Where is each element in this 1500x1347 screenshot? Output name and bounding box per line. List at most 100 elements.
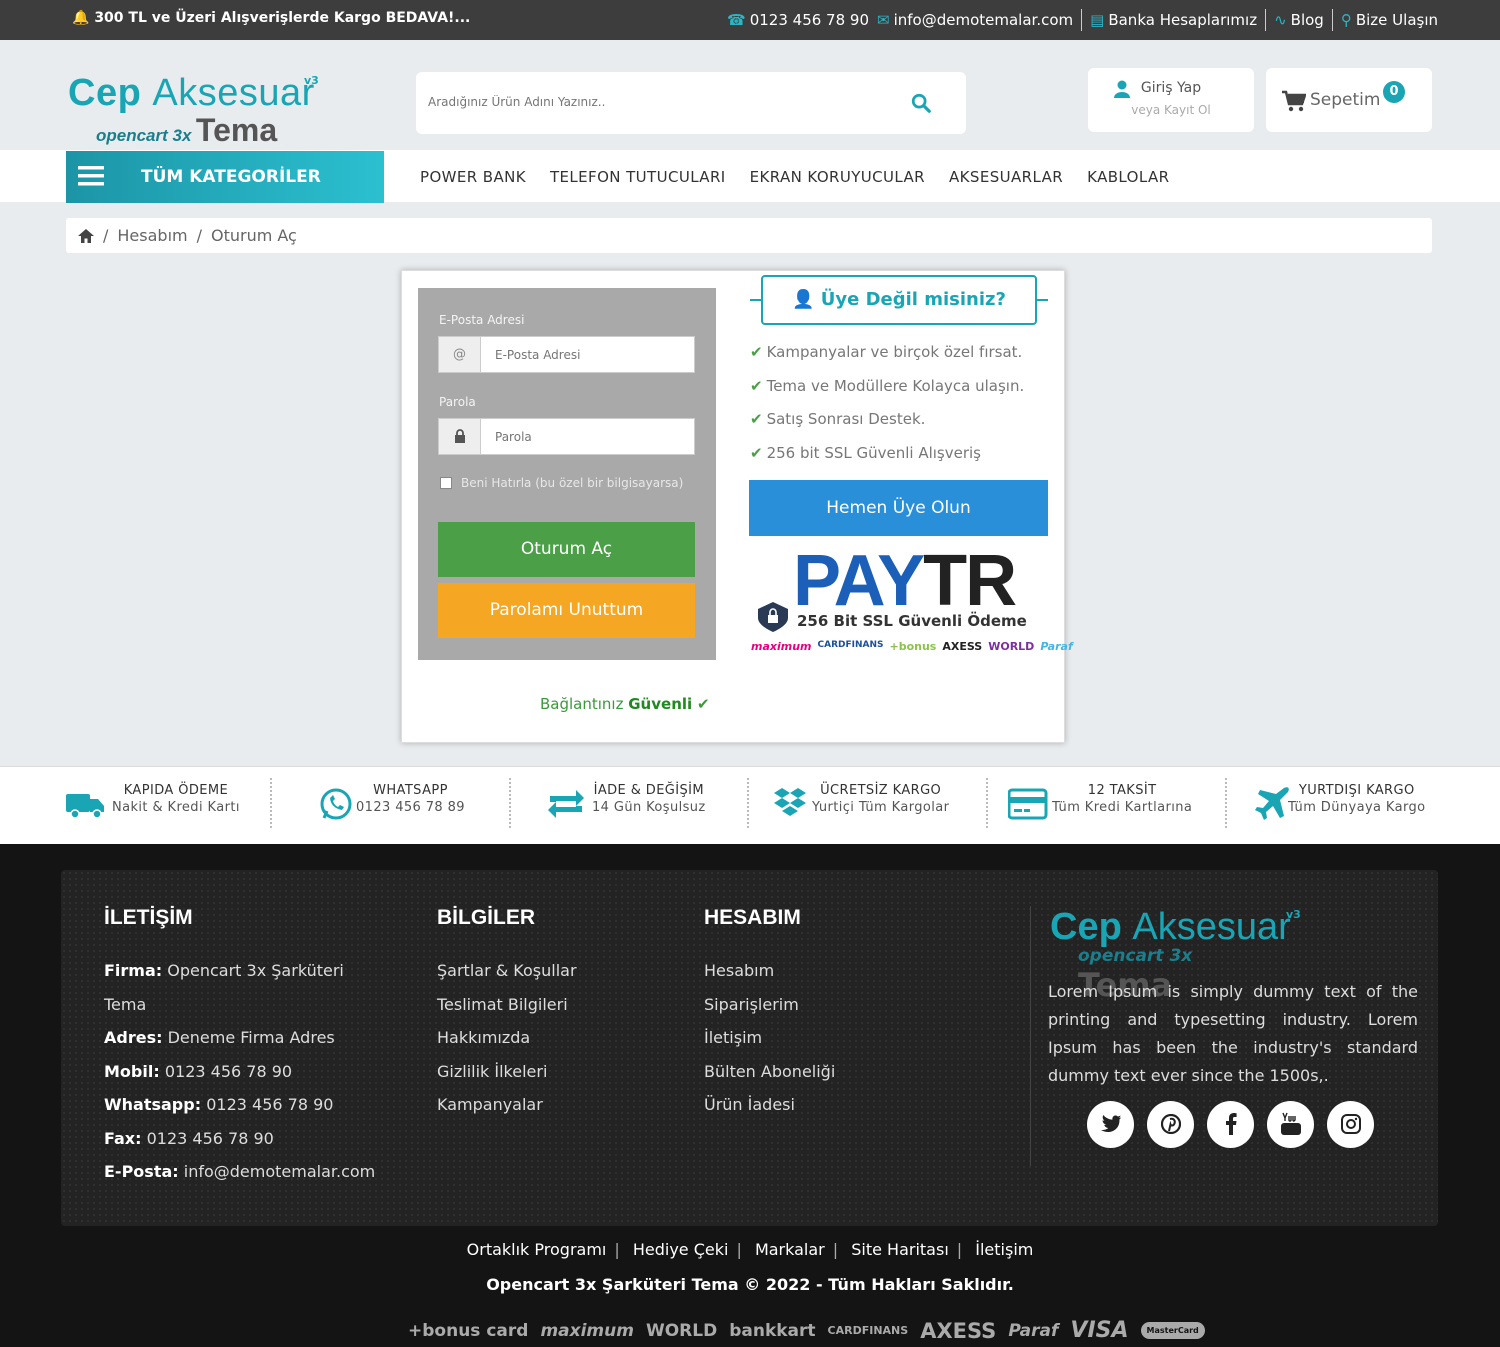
- breadcrumb-login[interactable]: Oturum Aç: [211, 226, 297, 245]
- home-icon[interactable]: [78, 228, 94, 243]
- all-categories-button[interactable]: TÜM KATEGORİLER: [66, 151, 384, 203]
- footer-link[interactable]: Şartlar & Koşullar: [437, 954, 577, 988]
- footer-link[interactable]: Ürün İadesi: [704, 1088, 835, 1122]
- feature-title: WHATSAPP: [373, 783, 448, 798]
- gift-voucher-link[interactable]: Hediye Çeki: [633, 1240, 729, 1259]
- rss-icon: ∿: [1274, 11, 1287, 29]
- search-bar: [416, 72, 966, 134]
- remember-checkbox[interactable]: [440, 477, 452, 489]
- search-input[interactable]: [428, 90, 898, 114]
- phone-icon: ☎: [727, 11, 746, 29]
- youtube-icon[interactable]: [1267, 1101, 1314, 1148]
- footer-link[interactable]: Kampanyalar: [437, 1088, 577, 1122]
- feature-text: WHATSAPP 0123 456 78 89: [356, 782, 465, 816]
- instagram-icon[interactable]: [1327, 1101, 1374, 1148]
- login-register-box[interactable]: Giriş Yap veya Kayıt Ol: [1088, 68, 1254, 132]
- paraf-logo: Paraf: [1008, 1320, 1059, 1341]
- register-link[interactable]: veya Kayıt Ol: [1088, 103, 1254, 117]
- footer-contact: İLETİŞİM Firma: Opencart 3x Şarküteri Te…: [104, 906, 375, 1189]
- facebook-icon[interactable]: [1207, 1101, 1254, 1148]
- promo-label: 300 TL ve Üzeri Alışverişlerde Kargo BED…: [94, 10, 471, 26]
- cart-label: Sepetim: [1310, 90, 1381, 110]
- promo-text: 🔔 300 TL ve Üzeri Alışverişlerde Kargo B…: [72, 10, 470, 26]
- feature-divider: [747, 778, 749, 828]
- all-categories-label: TÜM KATEGORİLER: [141, 167, 321, 187]
- feature-subtitle: Tüm Kredi Kartlarına: [1052, 800, 1193, 815]
- logo-version: v3: [304, 74, 319, 87]
- contact-value[interactable]: info@demotemalar.com: [184, 1162, 376, 1181]
- nav-item-phone-holders[interactable]: TELEFON TUTUCULARI: [550, 168, 726, 186]
- password-field[interactable]: [495, 428, 685, 446]
- benefit-label: Tema ve Modüllere Kolayca ulaşın.: [766, 376, 1025, 395]
- logo-word1: Cep: [68, 72, 142, 114]
- secure-strong: Güvenli: [628, 695, 693, 713]
- bankkart-logo: bankkart: [729, 1320, 816, 1341]
- footer-link[interactable]: Hakkımızda: [437, 1021, 577, 1055]
- contact-link[interactable]: ⚲ Bize Ulaşın: [1341, 11, 1438, 29]
- sitemap-link[interactable]: Site Haritası: [851, 1240, 949, 1259]
- footer-bottom-links: Ortaklık Programı | Hediye Çeki | Markalar…: [0, 1240, 1500, 1259]
- contact-label: Adres:: [104, 1028, 163, 1047]
- nav-item-power-bank[interactable]: POWER BANK: [420, 168, 526, 186]
- contact-row: Whatsapp: 0123 456 78 90: [104, 1088, 375, 1122]
- nav-item-screen-protectors[interactable]: EKRAN KORUYUCULAR: [750, 168, 925, 186]
- maximum-logo: maximum: [751, 640, 812, 653]
- email-link[interactable]: ✉ info@demotemalar.com: [877, 11, 1073, 29]
- footer-link[interactable]: Gizlilik İlkeleri: [437, 1055, 577, 1089]
- divider: [1081, 9, 1083, 31]
- contact-value: Deneme Firma Adres: [167, 1028, 335, 1047]
- pinterest-icon[interactable]: [1147, 1101, 1194, 1148]
- contact-value: 0123 456 78 90: [146, 1128, 274, 1148]
- benefit-item: ✔ Tema ve Modüllere Kolayca ulaşın.: [750, 377, 1024, 411]
- remember-label: Beni Hatırla (bu özel bir bilgisayarsa): [461, 476, 684, 490]
- breadcrumb: / Hesabım / Oturum Aç: [66, 218, 1432, 253]
- nav-item-cables[interactable]: KABLOLAR: [1087, 168, 1169, 186]
- social-links: [1087, 1101, 1374, 1148]
- contact-label: Fax:: [104, 1128, 142, 1148]
- footer-contact-title: İLETİŞİM: [104, 906, 193, 929]
- divider: [1331, 9, 1333, 31]
- benefits-list: ✔ Kampanyalar ve birçok özel fırsat. ✔ Tem…: [750, 343, 1024, 477]
- blog-label: Blog: [1290, 11, 1324, 29]
- paytr-logo: PAYTR 256 Bit SSL Güvenli Ödeme maximum …: [749, 540, 1073, 660]
- login-button[interactable]: Oturum Aç: [438, 522, 695, 577]
- forgot-password-button[interactable]: Parolamı Unuttum: [438, 583, 695, 638]
- brands-link[interactable]: Markalar: [755, 1240, 825, 1259]
- breadcrumb-account[interactable]: Hesabım: [117, 226, 187, 245]
- twitter-icon[interactable]: [1087, 1101, 1134, 1148]
- contact-link[interactable]: İletişim: [975, 1240, 1033, 1259]
- search-icon[interactable]: [910, 92, 932, 114]
- blog-link[interactable]: ∿ Blog: [1274, 11, 1324, 29]
- link-separator: |: [614, 1240, 620, 1259]
- register-button[interactable]: Hemen Üye Olun: [749, 480, 1048, 536]
- footer-link[interactable]: Siparişlerim: [704, 988, 835, 1022]
- contact-row: Fax: 0123 456 78 90: [104, 1122, 375, 1156]
- link-separator: |: [832, 1240, 839, 1259]
- email-field[interactable]: [495, 346, 685, 364]
- affiliate-link[interactable]: Ortaklık Programı: [467, 1240, 607, 1259]
- feature-title: YURTDIŞI KARGO: [1298, 783, 1415, 798]
- paytr-ssl-text: 256 Bit SSL Güvenli Ödeme: [797, 612, 1027, 630]
- footer-link[interactable]: Teslimat Bilgileri: [437, 988, 577, 1022]
- shield-icon: [758, 602, 788, 632]
- feature-subtitle: 0123 456 78 89: [356, 800, 465, 815]
- cart-box[interactable]: Sepetim 0: [1266, 68, 1432, 132]
- site-logo[interactable]: Cep Aksesuar v3 opencart 3x Tema: [68, 72, 328, 148]
- login-link[interactable]: Giriş Yap: [1088, 80, 1254, 96]
- paytr-pay: PAY: [793, 541, 925, 621]
- footer-link[interactable]: İletişim: [704, 1021, 835, 1055]
- nav-item-accessories[interactable]: AKSESUARLAR: [949, 168, 1063, 186]
- contact-label: Firma:: [104, 961, 163, 980]
- bank-link[interactable]: ▤ Banka Hesaplarımız: [1090, 11, 1257, 29]
- feature-title: ÜCRETSİZ KARGO: [820, 783, 942, 798]
- check-icon: ✔: [750, 410, 763, 428]
- remember-me: Beni Hatırla (bu özel bir bilgisayarsa): [440, 474, 700, 493]
- footer-link[interactable]: Bülten Aboneliği: [704, 1055, 835, 1089]
- contact-value: 0123 456 78 90: [206, 1095, 334, 1114]
- footer-info-title: BİLGİLER: [437, 906, 535, 929]
- phone-link[interactable]: ☎ 0123 456 78 90: [727, 11, 869, 29]
- phone-label: 0123 456 78 90: [749, 11, 870, 29]
- footer-link[interactable]: Hesabım: [704, 954, 835, 988]
- footer-info: BİLGİLER Şartlar & Koşullar Teslimat Bil…: [437, 906, 577, 1122]
- check-icon: ✔: [696, 695, 710, 713]
